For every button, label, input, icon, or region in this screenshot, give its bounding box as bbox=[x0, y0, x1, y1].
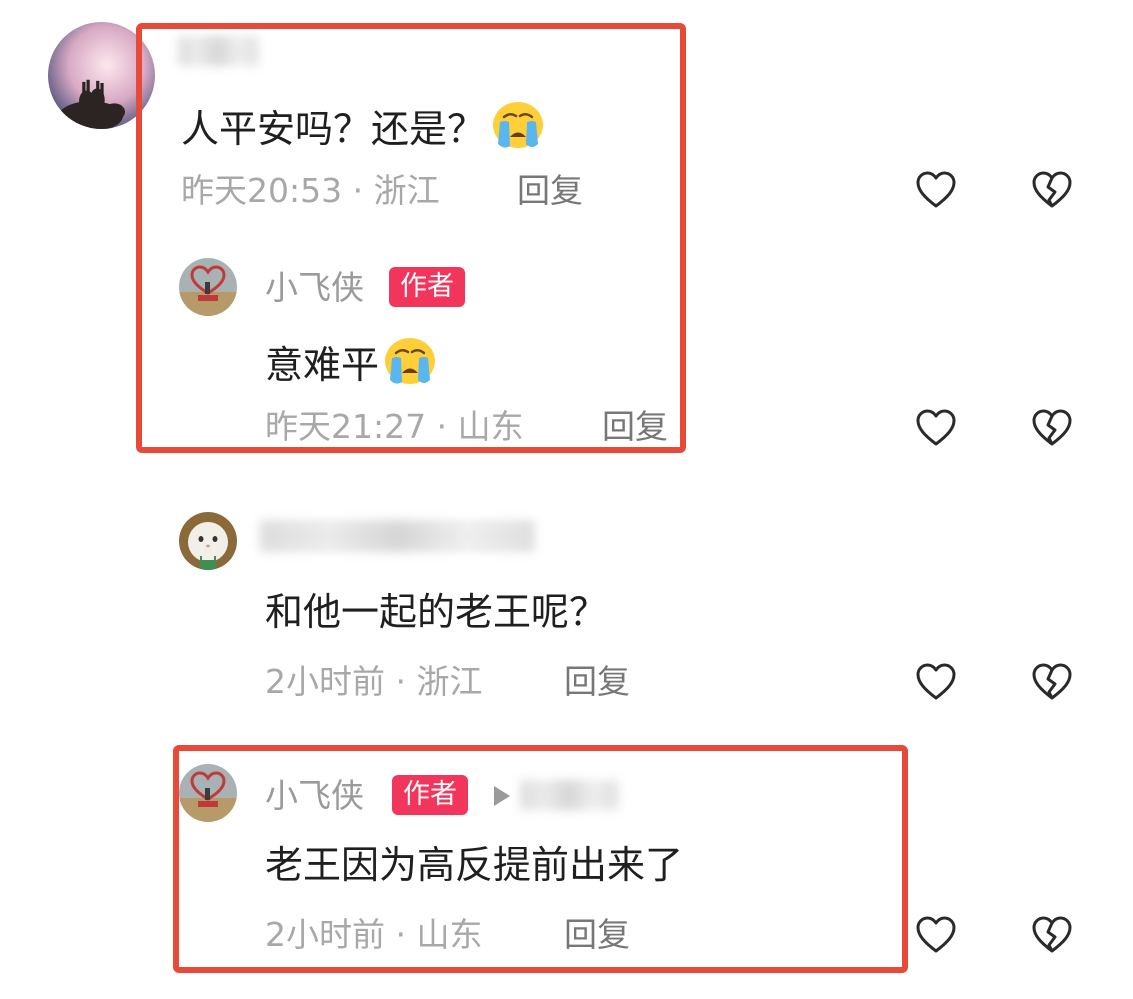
broken-heart-icon[interactable] bbox=[1030, 168, 1074, 212]
broken-heart-icon[interactable] bbox=[1030, 913, 1074, 957]
heart-outline-icon[interactable] bbox=[914, 168, 958, 212]
reply-button[interactable]: 回复 bbox=[564, 665, 630, 698]
heart-outline-icon[interactable] bbox=[914, 913, 958, 957]
comment-text: 和他一起的老王呢？ bbox=[265, 590, 608, 634]
highlight-box bbox=[173, 745, 908, 973]
username-blurred[interactable] bbox=[260, 520, 535, 552]
heart-outline-icon[interactable] bbox=[914, 406, 958, 450]
heart-outline-icon[interactable] bbox=[914, 660, 958, 704]
highlight-box bbox=[136, 23, 686, 453]
broken-heart-icon[interactable] bbox=[1030, 406, 1074, 450]
comment-meta: 2小时前 · 浙江 bbox=[265, 662, 483, 701]
avatar[interactable] bbox=[179, 512, 237, 570]
broken-heart-icon[interactable] bbox=[1030, 660, 1074, 704]
